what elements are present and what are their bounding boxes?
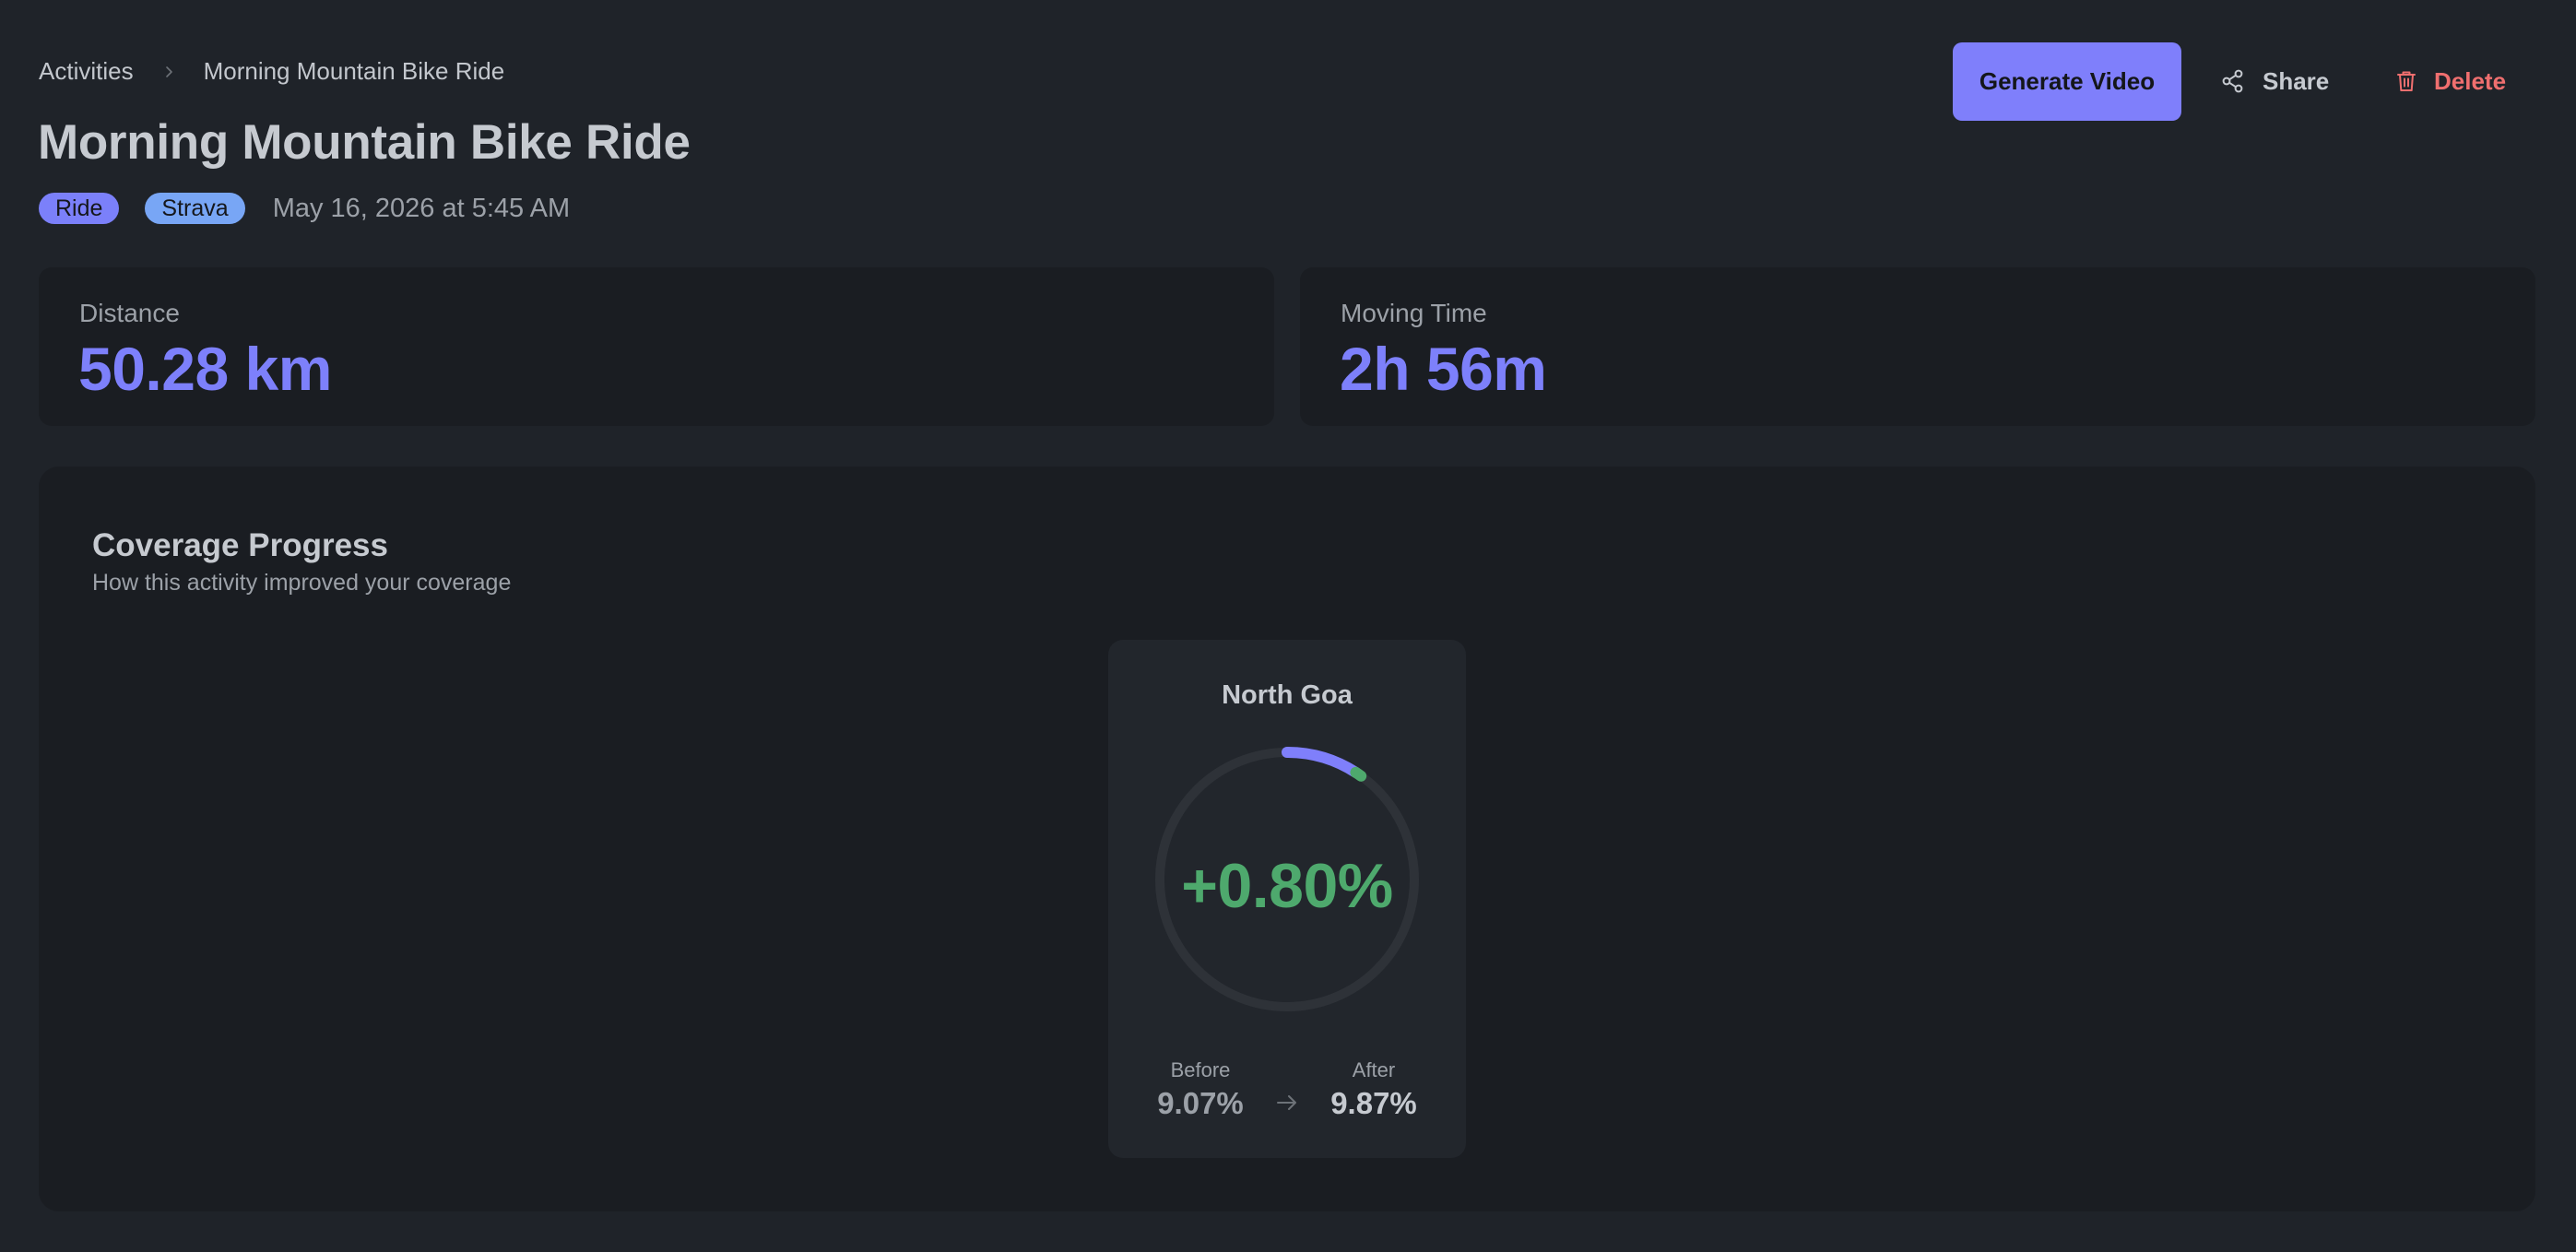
before-label: Before <box>1170 1058 1231 1081</box>
moving-time-label: Moving Time <box>1341 299 1487 327</box>
region-name: North Goa <box>1222 680 1353 710</box>
moving-time-stat-card: Moving Time 2h 56m <box>1300 267 2535 426</box>
ring-arc-before <box>1282 747 1362 778</box>
generate-video-button[interactable]: Generate Video <box>1953 42 2181 121</box>
coverage-delta: +0.80% <box>1181 851 1393 921</box>
arrow-right-icon <box>1277 1095 1296 1110</box>
delete-label: Delete <box>2434 66 2507 95</box>
after-value: 9.87% <box>1330 1086 1417 1120</box>
activity-meta: Ride Strava May 16, 2026 at 5:45 AM <box>39 190 570 227</box>
page-title: Morning Mountain Bike Ride <box>38 115 691 170</box>
after-label: After <box>1352 1058 1396 1081</box>
before-value: 9.07% <box>1157 1086 1244 1120</box>
activity-date: May 16, 2026 at 5:45 AM <box>272 193 571 223</box>
distance-stat-card: Distance 50.28 km <box>39 267 1274 426</box>
activity-detail-page: Activities Morning Mountain Bike Ride Mo… <box>0 0 2576 1252</box>
trash-icon <box>2393 68 2419 94</box>
ring-arc-delta <box>1350 766 1367 782</box>
breadcrumb-current: Morning Mountain Bike Ride <box>203 57 505 85</box>
share-button[interactable]: Share <box>2220 57 2329 105</box>
share-label: Share <box>2263 66 2330 95</box>
moving-time-value: 2h 56m <box>1340 335 1547 403</box>
distance-value: 50.28 km <box>78 335 332 403</box>
activity-type-badge: Ride <box>39 193 120 224</box>
region-coverage-card: North Goa +0.80% Before 9.07% After 9.87… <box>1108 640 1466 1158</box>
source-badge: Strava <box>145 193 245 224</box>
chevron-right-icon <box>156 59 182 85</box>
distance-label: Distance <box>79 299 180 327</box>
share-icon <box>2220 68 2246 94</box>
delete-button[interactable]: Delete <box>2393 57 2506 105</box>
breadcrumb: Activities Morning Mountain Bike Ride <box>39 57 504 86</box>
coverage-title: Coverage Progress <box>92 527 388 563</box>
coverage-progress-panel: Coverage Progress How this activity impr… <box>39 467 2535 1211</box>
breadcrumb-activities-link[interactable]: Activities <box>39 57 134 86</box>
coverage-subtitle: How this activity improved your coverage <box>92 570 512 596</box>
